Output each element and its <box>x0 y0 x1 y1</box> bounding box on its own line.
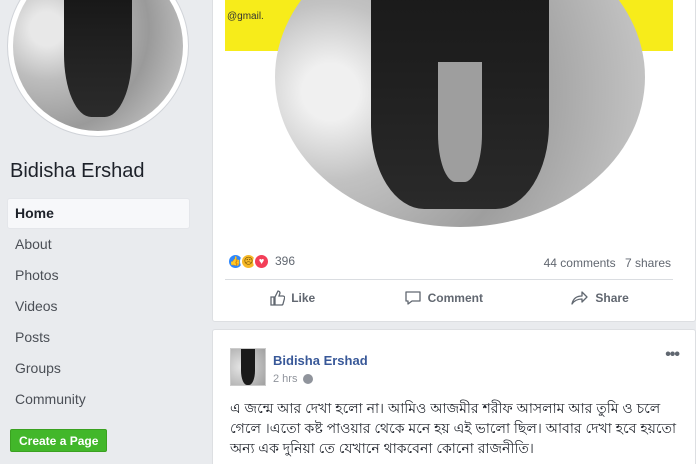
post-author-avatar[interactable] <box>230 348 266 386</box>
post-author-name[interactable]: Bidisha Ershad <box>273 353 368 368</box>
comments-count[interactable]: 44 comments <box>544 256 616 270</box>
post-stats: 44 comments 7 shares <box>538 256 671 270</box>
nav-item-photos[interactable]: Photos <box>8 261 189 290</box>
share-button[interactable]: Share <box>571 290 629 306</box>
comment-button[interactable]: Comment <box>404 290 483 306</box>
post-text: এ জন্মে আর দেখা হলো না। আমিও আজমীর শরীফ … <box>230 400 677 456</box>
share-label: Share <box>595 290 629 305</box>
nav-item-about[interactable]: About <box>8 230 189 259</box>
like-label: Like <box>291 290 316 305</box>
nav-item-videos[interactable]: Videos <box>8 292 189 321</box>
nav-item-home[interactable]: Home <box>8 199 189 228</box>
reactions-summary[interactable]: 👍 ☹ ♥ 396 <box>227 252 295 270</box>
post-card: Bidisha Ershad 2 hrs ••• এ জন্মে আর দেখা… <box>212 329 696 464</box>
love-reaction-icon: ♥ <box>253 252 270 270</box>
profile-sidebar: Bidisha Ershad Home About Photos Videos … <box>0 0 200 464</box>
thumbs-up-icon <box>270 289 286 306</box>
post-photo[interactable]: @gmail. <box>225 0 673 241</box>
comment-icon <box>404 290 421 305</box>
more-options-button[interactable]: ••• <box>665 346 680 364</box>
profile-name[interactable]: Bidisha Ershad <box>10 160 145 183</box>
photo-circle <box>275 0 645 227</box>
post-timestamp[interactable]: 2 hrs <box>273 373 297 385</box>
shares-count[interactable]: 7 shares <box>625 256 671 270</box>
create-page-button[interactable]: Create a Page <box>10 429 108 452</box>
profile-picture[interactable] <box>8 0 188 136</box>
nav-item-groups[interactable]: Groups <box>8 354 189 383</box>
comment-label: Comment <box>427 290 483 305</box>
profile-photo <box>13 0 183 131</box>
post-actions: Like Comment Share <box>225 279 673 315</box>
profile-nav: Home About Photos Videos Posts Groups Co… <box>8 199 189 416</box>
post-meta: 2 hrs <box>273 373 314 385</box>
nav-item-posts[interactable]: Posts <box>8 323 189 352</box>
reactions-count: 396 <box>275 254 296 268</box>
post-card: @gmail. 👍 ☹ ♥ 396 44 comments 7 shares L… <box>212 0 696 322</box>
photo-email-text: @gmail. <box>227 11 264 22</box>
globe-icon <box>303 374 314 384</box>
share-icon <box>571 290 589 305</box>
like-button[interactable]: Like <box>269 289 316 306</box>
nav-item-community[interactable]: Community <box>8 385 189 414</box>
